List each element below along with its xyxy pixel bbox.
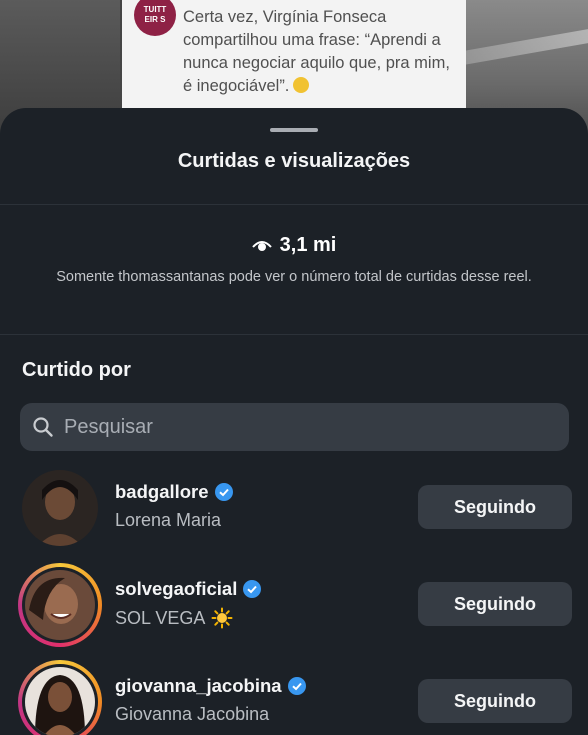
following-button[interactable]: Seguindo xyxy=(418,485,572,529)
views-note: Somente thomassantanas pode ver o número… xyxy=(56,269,532,285)
liked-by-heading: Curtido por xyxy=(22,359,131,381)
views-count: 3,1 mi xyxy=(279,234,337,256)
divider xyxy=(0,334,588,335)
username[interactable]: solvegaoficial xyxy=(115,578,262,600)
tweet-avatar-logo: TUITT EIR S xyxy=(134,0,176,36)
avatar-ring-gap xyxy=(22,567,98,643)
list-item[interactable]: solvegaoficial SOL VEGA Seguindo xyxy=(0,563,588,655)
following-button[interactable]: Seguindo xyxy=(418,679,572,723)
following-button[interactable]: Seguindo xyxy=(418,582,572,626)
verified-badge-icon xyxy=(243,580,262,598)
sheet-title: Curtidas e visualizações xyxy=(177,150,411,172)
list-item[interactable]: badgallore Lorena Maria Seguindo xyxy=(0,466,588,558)
username[interactable]: badgallore xyxy=(115,481,233,503)
sheet-drag-handle[interactable] xyxy=(270,128,318,132)
avatar-story-ring[interactable] xyxy=(18,563,102,647)
full-name: Giovanna Jacobina xyxy=(115,704,270,724)
list-item[interactable]: giovanna_jacobina Giovanna Jacobina Segu… xyxy=(0,660,588,735)
avatar-image xyxy=(22,470,98,546)
views-count-row: 3,1 mi xyxy=(0,234,588,257)
search-input[interactable] xyxy=(62,414,569,440)
avatar-story-ring[interactable] xyxy=(18,660,102,735)
avatar-ring-gap xyxy=(22,664,98,735)
divider xyxy=(0,204,588,205)
eye-icon xyxy=(251,240,272,251)
avatar[interactable] xyxy=(18,466,102,550)
full-name: SOL VEGA xyxy=(115,607,233,629)
likes-and-views-sheet: Curtidas e visualizações 3,1 mi Somente … xyxy=(0,108,588,735)
verified-badge-icon xyxy=(287,677,306,695)
tweet-card: TUITT EIR S Certa vez, Virgínia Fonseca c… xyxy=(122,0,466,112)
emoji-icon xyxy=(293,77,310,93)
username[interactable]: giovanna_jacobina xyxy=(115,675,306,697)
search-icon xyxy=(33,417,53,437)
full-name: Lorena Maria xyxy=(115,510,222,530)
avatar-image xyxy=(25,667,95,735)
tweet-text: Certa vez, Virgínia Fonseca compartilhou… xyxy=(183,8,450,95)
sun-icon xyxy=(211,607,233,629)
search-bar[interactable] xyxy=(20,403,569,451)
avatar-image xyxy=(25,570,95,640)
verified-badge-icon xyxy=(214,483,233,501)
